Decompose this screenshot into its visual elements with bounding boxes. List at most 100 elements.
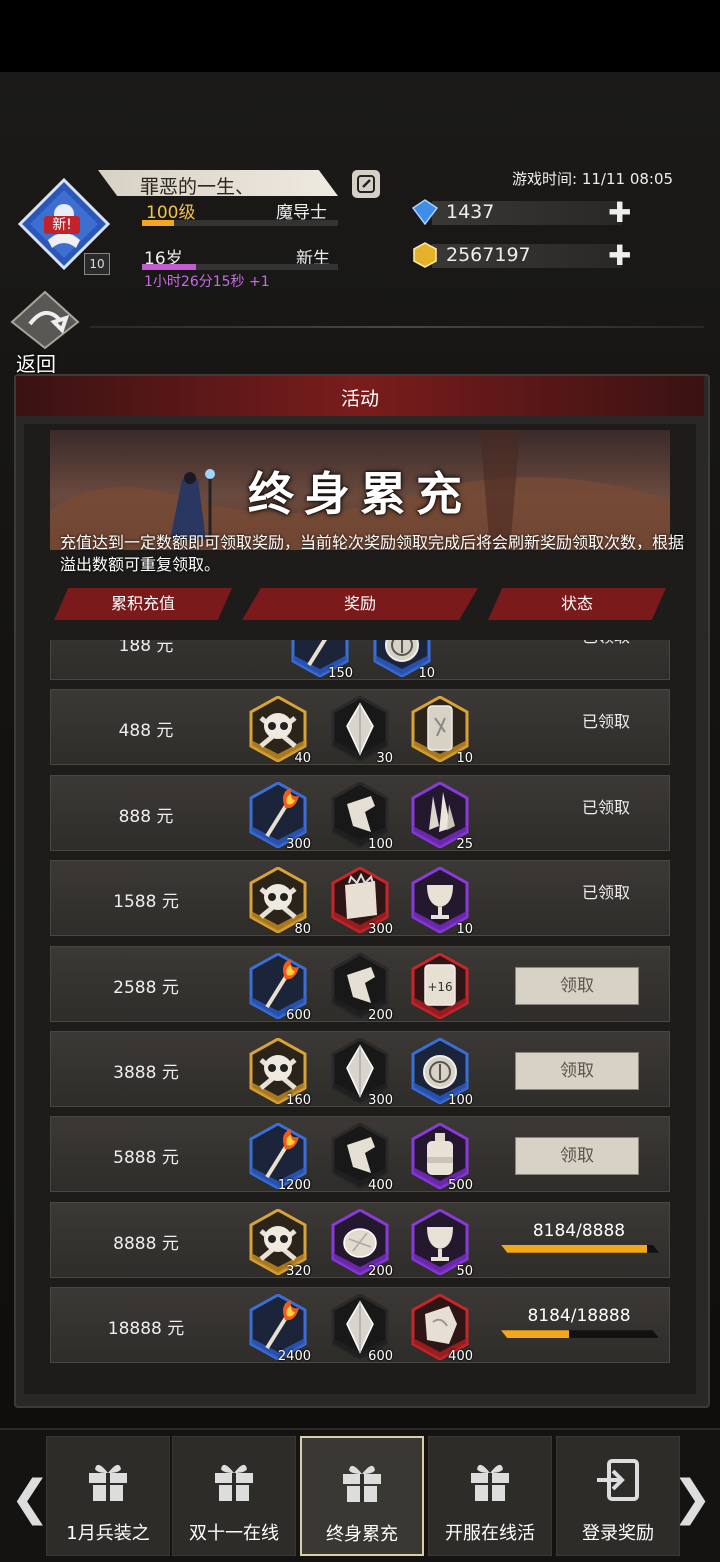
reward-row: 888 元 300 100 25 已领取 [50, 774, 670, 852]
stone-icon[interactable]: 200 [331, 1208, 393, 1279]
torch-icon[interactable]: 2400 [249, 1294, 311, 1364]
shard-icon[interactable]: 200 [331, 952, 393, 1023]
claimed-status: 已领取 [581, 883, 630, 903]
reward-quantity: 320 [286, 1263, 311, 1279]
torch-icon[interactable]: 600 [249, 952, 311, 1023]
claimed-status: 已领取 [581, 797, 630, 817]
reward-list[interactable]: 188 元 150 10 已领取 488 元 40 30 10 已领取 888 元 300 100 25… [50, 640, 670, 1370]
reward-quantity: 300 [286, 836, 311, 852]
reward-quantity: 50 [456, 1263, 473, 1279]
tab-label: 终身累充 [326, 1524, 398, 1545]
crystal-icon[interactable]: 300 [331, 1038, 393, 1108]
claim-button[interactable]: 领取 [515, 1052, 639, 1090]
tab-label: 双十一在线 [189, 1523, 279, 1544]
reward-quantity: 600 [286, 1007, 311, 1023]
add-gold-button[interactable]: ✚ [608, 242, 631, 270]
edit-icon [357, 175, 375, 193]
claimed-status: 已领取 [581, 712, 630, 732]
recharge-amount: 8888 元 [113, 1233, 179, 1254]
scroll-icon[interactable]: 10 [411, 696, 473, 766]
ore-icon[interactable]: 400 [411, 1294, 473, 1364]
add-diamond-button[interactable]: ✚ [608, 199, 631, 227]
parchment-icon[interactable]: 300 [331, 867, 393, 937]
diamond-amount: 1437 [446, 201, 495, 223]
svg-text:+16: +16 [427, 980, 452, 994]
reward-quantity: 10 [456, 922, 473, 938]
reward-row: 488 元 40 30 10 已领取 [50, 689, 670, 766]
claim-button[interactable]: 领取 [515, 966, 639, 1005]
crystal-cluster-icon[interactable]: 25 [411, 781, 473, 852]
progress-text: 8184/8888 [532, 1220, 626, 1241]
player-name: 罪恶的一生、 [140, 176, 255, 198]
compass-icon[interactable]: 10 [373, 640, 435, 681]
new-badge: 新! [44, 216, 80, 234]
progress-bar [501, 1330, 659, 1339]
header-divider [90, 326, 704, 328]
recharge-amount: 2588 元 [113, 977, 179, 998]
recharge-amount: 18888 元 [107, 1319, 185, 1340]
gold-icon [413, 242, 437, 268]
reward-row: 188 元 150 10 已领取 [50, 640, 670, 681]
claimed-status: 已领取 [531, 640, 670, 647]
crystal-icon[interactable]: 600 [331, 1294, 393, 1364]
panel-title: 活动 [340, 388, 379, 410]
compass-icon[interactable]: 100 [411, 1038, 473, 1108]
edit-name-button[interactable] [352, 170, 380, 198]
reward-row: 2588 元 600 200 +16 领取 [50, 945, 670, 1023]
reward-quantity: 200 [368, 1007, 393, 1023]
reward-quantity: 10 [418, 666, 435, 681]
reward-row: 3888 元 160 300 100 领取 [50, 1031, 670, 1108]
age-bar [142, 264, 338, 270]
recharge-amount: 3888 元 [113, 1063, 179, 1083]
skull-icon[interactable]: 40 [249, 696, 311, 766]
tab-2[interactable]: 终身累充 [300, 1436, 424, 1556]
recharge-amount: 888 元 [118, 806, 174, 827]
reward-row: 18888 元 2400 600 400 8184/18888 [50, 1287, 670, 1364]
skull-icon[interactable]: 80 [249, 867, 311, 937]
activity-description: 充值达到一定数额即可领取奖励，当前轮次奖励领取完成后将会刷新奖励领取次数，根据溢… [60, 533, 685, 574]
recharge-amount: 488 元 [118, 721, 174, 742]
claim-button[interactable]: 领取 [515, 1137, 639, 1176]
tab-label: 开服在线活 [445, 1523, 535, 1544]
goblet-icon[interactable]: 10 [411, 867, 473, 937]
back-icon [10, 290, 80, 350]
recharge-amount: 5888 元 [113, 1148, 179, 1169]
torch-icon[interactable]: 1200 [249, 1123, 311, 1193]
gift-icon [429, 1457, 551, 1507]
shard-icon[interactable]: 400 [331, 1123, 393, 1193]
reward-quantity: 2400 [277, 1349, 311, 1365]
game-time: 游戏时间: 11/11 08:05 [512, 170, 674, 188]
progress-text: 8184/18888 [527, 1306, 631, 1327]
reward-quantity: 150 [328, 666, 353, 681]
tab-1[interactable]: 双十一在线 [172, 1436, 296, 1556]
reward-quantity: 200 [368, 1263, 393, 1279]
reward-quantity: 100 [368, 836, 393, 852]
plus16-scroll-icon[interactable]: +16 [411, 952, 469, 1019]
login-icon [557, 1457, 679, 1507]
column-header-recharge: 累积充值 [54, 588, 232, 620]
tab-3[interactable]: 开服在线活 [428, 1436, 552, 1556]
reward-quantity: 1200 [277, 1178, 311, 1194]
torch-icon[interactable]: 300 [249, 781, 311, 852]
recharge-amount: 1588 元 [113, 892, 179, 913]
reward-quantity: 400 [368, 1178, 393, 1194]
prev-arrow-icon[interactable]: ❮ [10, 1470, 50, 1526]
diamond-resource: 1437 ✚ [412, 199, 640, 227]
skull-icon[interactable]: 320 [249, 1208, 311, 1279]
reward-quantity: 30 [376, 751, 393, 767]
shard-icon[interactable]: 100 [331, 781, 393, 852]
tab-label: 登录奖励 [582, 1523, 654, 1544]
skull-icon[interactable]: 160 [249, 1038, 311, 1108]
gift-icon [173, 1457, 295, 1507]
reward-quantity: 40 [294, 751, 311, 767]
crystal-icon[interactable]: 30 [331, 696, 393, 766]
tab-4[interactable]: 登录奖励 [556, 1436, 680, 1556]
goblet-icon[interactable]: 50 [411, 1208, 473, 1279]
tab-label: 1月兵装之 [66, 1523, 150, 1544]
column-header-reward: 奖励 [242, 588, 478, 620]
tab-0[interactable]: 1月兵装之 [46, 1436, 170, 1556]
torch-icon[interactable]: 150 [291, 640, 353, 681]
potion-icon[interactable]: 500 [411, 1123, 473, 1193]
reward-row: 8888 元 320 200 50 8184/8888 [50, 1201, 670, 1279]
banner-title: 终身累充 [248, 467, 472, 521]
